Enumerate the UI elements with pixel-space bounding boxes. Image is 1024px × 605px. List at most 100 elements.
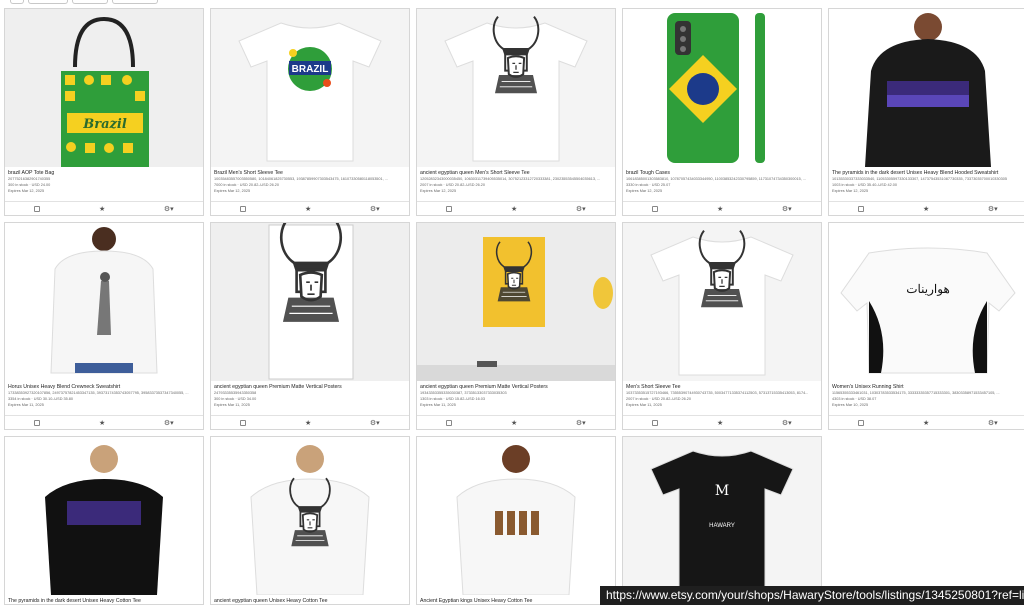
listing-image[interactable] bbox=[829, 9, 1024, 167]
listing-title[interactable]: The pyramids in the dark desert Unisex H… bbox=[8, 598, 200, 604]
toolbar-button[interactable] bbox=[10, 0, 24, 4]
listing-actions: ★ ⚙▾ bbox=[829, 201, 1024, 215]
gear-icon[interactable]: ⚙▾ bbox=[164, 420, 174, 427]
listing-sku: 12052832343000035450, 106303117394055350… bbox=[420, 177, 601, 181]
listing-title[interactable]: brazil AOP Tote Bag bbox=[8, 170, 200, 176]
checkbox-icon[interactable] bbox=[446, 420, 453, 426]
star-icon[interactable]: ★ bbox=[717, 206, 723, 213]
listing-card[interactable]: M HAWARY bbox=[622, 436, 822, 605]
listing-stock-price: 1003 in stock · USD 35.40–USD 42.00 bbox=[832, 183, 898, 187]
listing-title[interactable]: brazil Tough Cases bbox=[626, 170, 818, 176]
checkbox-icon[interactable] bbox=[652, 420, 659, 426]
checkbox-icon[interactable] bbox=[34, 420, 41, 426]
listing-sku: 10035483557003550580, 10184061825730553,… bbox=[214, 177, 388, 181]
star-icon[interactable]: ★ bbox=[305, 206, 311, 213]
listing-card[interactable]: ancient egyptian queen Men's Short Sleev… bbox=[416, 8, 616, 216]
listing-title[interactable]: Ancient Egyptian kings Unisex Heavy Cott… bbox=[420, 598, 612, 604]
listing-card[interactable]: The pyramids in the dark desert Unisex H… bbox=[4, 436, 204, 605]
gear-icon[interactable]: ⚙▾ bbox=[782, 420, 792, 427]
listing-title[interactable]: Men's Short Sleeve Tee bbox=[626, 384, 818, 390]
listing-card[interactable]: ancient egyptian queen Premium Matte Ver… bbox=[416, 222, 616, 430]
listing-sku: 10135330337333033540, 110533055973301333… bbox=[832, 177, 1007, 181]
listing-title[interactable]: Brazil Men's Short Sleeve Tee bbox=[214, 170, 406, 176]
listing-sku: 10618385001303583810, 107870574340333449… bbox=[626, 177, 806, 181]
listing-image[interactable] bbox=[417, 223, 615, 381]
listing-card[interactable]: Men's Short Sleeve Tee 103733535157271934… bbox=[622, 222, 822, 430]
listing-title[interactable]: ancient egyptian queen Premium Matte Ver… bbox=[214, 384, 406, 390]
checkbox-icon[interactable] bbox=[240, 206, 247, 212]
gear-icon[interactable]: ⚙▾ bbox=[576, 420, 586, 427]
listing-stock-price: 300 in stock · USD 24.00 bbox=[8, 183, 51, 187]
star-icon[interactable]: ★ bbox=[923, 420, 929, 427]
listing-image[interactable] bbox=[623, 9, 821, 167]
listing-sku: 10373353515727193466, 735553907449307437… bbox=[626, 391, 809, 395]
star-icon[interactable]: ★ bbox=[717, 420, 723, 427]
gear-icon[interactable]: ⚙▾ bbox=[988, 420, 998, 427]
listing-title[interactable]: ancient egyptian queen Premium Matte Ver… bbox=[420, 384, 612, 390]
listing-expiry: Expires Mar 12, 2025 bbox=[626, 189, 663, 193]
listing-card[interactable]: Ancient Egyptian kings Unisex Heavy Cott… bbox=[416, 436, 616, 605]
listing-image[interactable] bbox=[417, 437, 615, 595]
checkbox-icon[interactable] bbox=[240, 420, 247, 426]
listing-title[interactable]: Horus Unisex Heavy Blend Crewneck Sweats… bbox=[8, 384, 200, 390]
checkbox-icon[interactable] bbox=[858, 420, 865, 426]
star-icon[interactable]: ★ bbox=[511, 206, 517, 213]
listing-expiry: Expires Mar 11, 2025 bbox=[214, 403, 250, 407]
gear-icon[interactable]: ⚙▾ bbox=[370, 206, 380, 213]
listing-stock-price: 2007 in stock · USD 20.82–USD 26.20 bbox=[626, 397, 692, 401]
gear-icon[interactable]: ⚙▾ bbox=[370, 420, 380, 427]
status-url: https://www.etsy.com/your/shops/HawarySt… bbox=[600, 586, 1024, 605]
listing-card[interactable]: Horus Unisex Heavy Blend Crewneck Sweats… bbox=[4, 222, 204, 430]
listing-card[interactable]: ancient egyptian queen Premium Matte Ver… bbox=[210, 222, 410, 430]
checkbox-icon[interactable] bbox=[34, 206, 41, 212]
listing-actions: ★ ⚙▾ bbox=[5, 415, 203, 429]
listing-image[interactable] bbox=[5, 437, 203, 595]
gear-icon[interactable]: ⚙▾ bbox=[988, 206, 998, 213]
checkbox-icon[interactable] bbox=[652, 206, 659, 212]
listing-title[interactable]: The pyramids in the dark desert Unisex H… bbox=[832, 170, 1024, 176]
listing-expiry: Expires Mar 12, 2025 bbox=[214, 189, 251, 193]
listing-card[interactable]: هوارينات Women's Unisex Running Shirt 1156… bbox=[828, 222, 1024, 430]
star-icon[interactable]: ★ bbox=[511, 420, 517, 427]
listing-image[interactable]: هوارينات bbox=[829, 223, 1024, 381]
star-icon[interactable]: ★ bbox=[99, 420, 105, 427]
checkbox-icon[interactable] bbox=[446, 206, 453, 212]
gear-icon[interactable]: ⚙▾ bbox=[576, 206, 586, 213]
listing-card[interactable]: The pyramids in the dark desert Unisex H… bbox=[828, 8, 1024, 216]
listing-expiry: Expires Mar 11, 2025 bbox=[626, 403, 662, 407]
listing-image[interactable]: M HAWARY bbox=[623, 437, 821, 595]
listing-actions: ★ ⚙▾ bbox=[211, 201, 409, 215]
listing-title[interactable]: ancient egyptian queen Unisex Heavy Cott… bbox=[214, 598, 406, 604]
listing-image[interactable] bbox=[211, 223, 409, 381]
listing-image[interactable] bbox=[5, 223, 203, 381]
listing-title[interactable]: ancient egyptian queen Men's Short Sleev… bbox=[420, 170, 612, 176]
listing-card[interactable]: Brazil brazil AOP Tote Bag 207752163829017… bbox=[4, 8, 204, 216]
listing-actions: ★ ⚙▾ bbox=[623, 201, 821, 215]
star-icon[interactable]: ★ bbox=[923, 206, 929, 213]
gear-icon[interactable]: ⚙▾ bbox=[164, 206, 174, 213]
listing-stock-price: 3330 in stock · USD 25.07 bbox=[626, 183, 671, 187]
toolbar-strip bbox=[0, 0, 1024, 6]
listing-image[interactable]: Brazil bbox=[5, 9, 203, 167]
listing-title[interactable]: Women's Unisex Running Shirt bbox=[832, 384, 1024, 390]
listing-image[interactable] bbox=[623, 223, 821, 381]
star-icon[interactable]: ★ bbox=[99, 206, 105, 213]
listing-expiry: Expires Mar 11, 2025 bbox=[420, 403, 456, 407]
listing-image[interactable] bbox=[417, 9, 615, 167]
listing-stock-price: 1303 in stock · USD 15.82–USD 16.03 bbox=[420, 397, 486, 401]
listing-card[interactable]: ancient egyptian queen Unisex Heavy Cott… bbox=[210, 436, 410, 605]
listing-card[interactable]: BRAZIL Brazil Men's Short Sleeve Tee 1003… bbox=[210, 8, 410, 216]
gear-icon[interactable]: ⚙▾ bbox=[782, 206, 792, 213]
checkbox-icon[interactable] bbox=[858, 206, 865, 212]
star-icon[interactable]: ★ bbox=[305, 420, 311, 427]
listing-card[interactable]: brazil Tough Cases 10618385001303583810, … bbox=[622, 8, 822, 216]
listing-image[interactable] bbox=[211, 437, 409, 595]
toolbar-button[interactable] bbox=[72, 0, 108, 4]
toolbar-button[interactable] bbox=[112, 0, 158, 4]
svg-text:BRAZIL: BRAZIL bbox=[292, 64, 329, 75]
listing-actions: ★ ⚙▾ bbox=[417, 415, 615, 429]
listing-image[interactable]: BRAZIL bbox=[211, 9, 409, 167]
listing-sku: 24793335535943350358 bbox=[214, 391, 257, 395]
toolbar-button[interactable] bbox=[28, 0, 68, 4]
listing-actions: ★ ⚙▾ bbox=[829, 415, 1024, 429]
